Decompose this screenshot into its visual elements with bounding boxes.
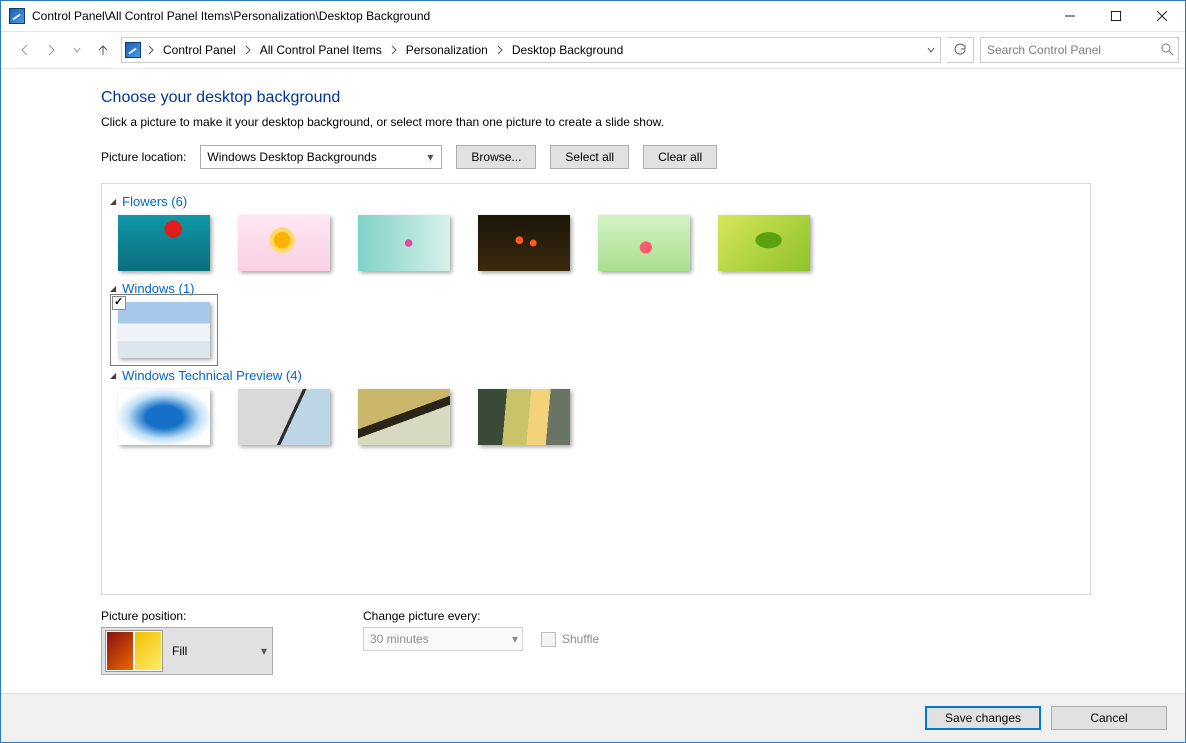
close-button[interactable]	[1139, 1, 1185, 31]
picture-location-select[interactable]: Windows Desktop Backgrounds ▾	[200, 145, 442, 169]
address-icon	[125, 42, 141, 58]
chevron-down-icon: ▾	[256, 644, 272, 658]
group-header[interactable]: ◢ Windows (1)	[106, 281, 1086, 296]
wallpaper-thumb[interactable]	[718, 215, 810, 271]
breadcrumb-item[interactable]: Personalization	[400, 39, 494, 61]
chevron-right-icon[interactable]	[494, 39, 506, 61]
address-dropdown[interactable]	[922, 39, 940, 61]
wallpaper-thumb[interactable]	[238, 215, 330, 271]
window: Control Panel\All Control Panel Items\Pe…	[0, 0, 1186, 743]
app-icon	[9, 8, 25, 24]
thumb-row	[106, 215, 1086, 271]
wallpaper-group: ◢ Flowers (6)	[106, 194, 1086, 271]
picture-location-value: Windows Desktop Backgrounds	[207, 150, 376, 164]
breadcrumb-item[interactable]: Desktop Background	[506, 39, 629, 61]
wallpaper-thumb[interactable]	[478, 389, 570, 445]
page-subtext: Click a picture to make it your desktop …	[101, 115, 1091, 129]
checkbox-icon	[541, 632, 556, 647]
breadcrumb-item[interactable]: All Control Panel Items	[254, 39, 388, 61]
group-header[interactable]: ◢ Windows Technical Preview (4)	[106, 368, 1086, 383]
minimize-button[interactable]	[1047, 1, 1093, 31]
cancel-button[interactable]: Cancel	[1051, 706, 1167, 730]
toolbar-row: Picture location: Windows Desktop Backgr…	[101, 145, 1091, 169]
position-preview-icon	[105, 630, 163, 672]
change-picture-select[interactable]: 30 minutes ▾	[363, 627, 523, 651]
browse-button[interactable]: Browse...	[456, 145, 536, 169]
select-all-button[interactable]: Select all	[550, 145, 629, 169]
wallpaper-thumb[interactable]	[238, 389, 330, 445]
footer: Save changes Cancel	[1, 693, 1185, 742]
wallpaper-thumb[interactable]	[598, 215, 690, 271]
group-header[interactable]: ◢ Flowers (6)	[106, 194, 1086, 209]
clear-all-button[interactable]: Clear all	[643, 145, 717, 169]
collapse-icon: ◢	[110, 284, 116, 293]
chevron-down-icon: ▾	[512, 632, 518, 646]
collapse-icon: ◢	[110, 371, 116, 380]
chevron-right-icon[interactable]	[145, 39, 157, 61]
group-name: Windows (1)	[122, 281, 194, 296]
chevron-right-icon[interactable]	[388, 39, 400, 61]
wallpaper-gallery: ◢ Flowers (6) ◢ Windows (1) ◢ Windows Technic…	[101, 183, 1091, 595]
wallpaper-thumb[interactable]	[118, 215, 210, 271]
content-area: Choose your desktop background Click a p…	[1, 69, 1185, 693]
wallpaper-thumb[interactable]	[118, 389, 210, 445]
breadcrumb-item[interactable]: Control Panel	[157, 39, 242, 61]
search-icon	[1160, 42, 1174, 59]
group-name: Flowers (6)	[122, 194, 187, 209]
wallpaper-group: ◢ Windows (1)	[106, 281, 1086, 358]
collapse-icon: ◢	[110, 197, 116, 206]
wallpaper-thumb[interactable]	[118, 302, 210, 358]
save-changes-button[interactable]: Save changes	[925, 706, 1041, 730]
address-bar[interactable]: Control Panel All Control Panel Items Pe…	[121, 37, 941, 63]
options-row: Picture position: Fill ▾ Change picture …	[101, 609, 1091, 675]
shuffle-checkbox[interactable]: Shuffle	[541, 632, 599, 647]
thumb-row	[106, 389, 1086, 445]
refresh-button[interactable]	[947, 37, 974, 63]
up-button[interactable]	[91, 38, 115, 62]
wallpaper-thumb[interactable]	[478, 215, 570, 271]
shuffle-label: Shuffle	[562, 632, 599, 646]
wallpaper-thumb[interactable]	[358, 215, 450, 271]
forward-button[interactable]	[39, 38, 63, 62]
window-title: Control Panel\All Control Panel Items\Pe…	[32, 9, 1047, 23]
nav-bar: Control Panel All Control Panel Items Pe…	[1, 32, 1185, 69]
chevron-down-icon: ▾	[423, 150, 437, 164]
picture-position-select[interactable]: Fill ▾	[101, 627, 273, 675]
wallpaper-thumb[interactable]	[358, 389, 450, 445]
recent-dropdown[interactable]	[65, 38, 89, 62]
search-input[interactable]	[981, 38, 1178, 62]
picture-position-label: Picture position:	[101, 609, 273, 623]
picture-location-label: Picture location:	[101, 150, 186, 164]
chevron-right-icon[interactable]	[242, 39, 254, 61]
picture-position-value: Fill	[166, 644, 256, 658]
change-picture-value: 30 minutes	[370, 632, 429, 646]
titlebar: Control Panel\All Control Panel Items\Pe…	[1, 1, 1185, 32]
wallpaper-group: ◢ Windows Technical Preview (4)	[106, 368, 1086, 445]
thumb-row	[106, 302, 1086, 358]
group-name: Windows Technical Preview (4)	[122, 368, 302, 383]
change-picture-label: Change picture every:	[363, 609, 599, 623]
page-heading: Choose your desktop background	[101, 89, 1091, 107]
back-button[interactable]	[13, 38, 37, 62]
search-box[interactable]	[980, 37, 1179, 63]
maximize-button[interactable]	[1093, 1, 1139, 31]
